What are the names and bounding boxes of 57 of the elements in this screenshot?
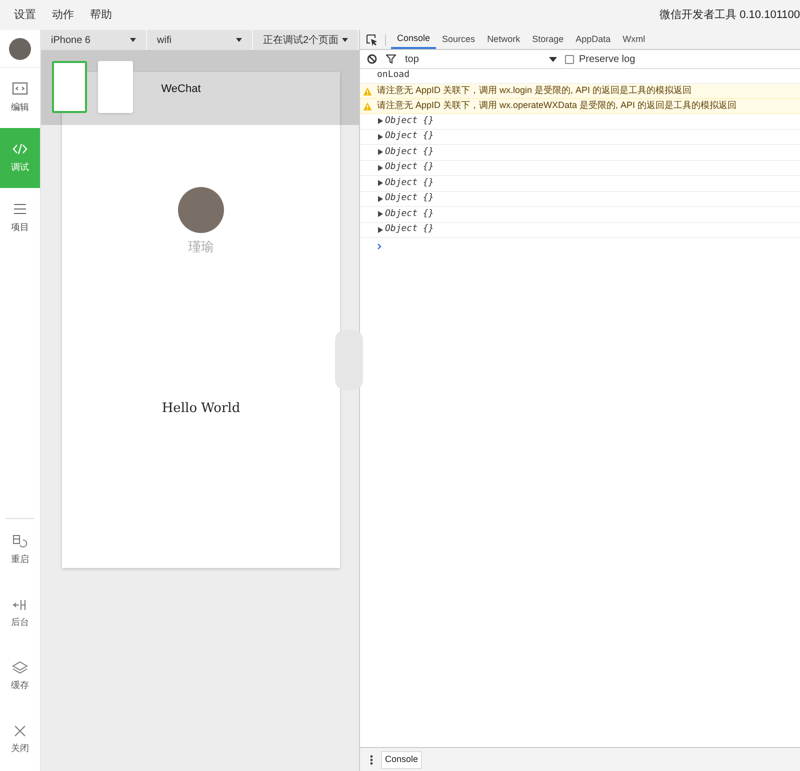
console-object[interactable]: Object {} xyxy=(385,114,434,128)
preserve-log-label: Preserve log xyxy=(579,52,636,66)
devtools-tab[interactable]: Network xyxy=(481,30,526,49)
console-object[interactable]: Object {} xyxy=(385,146,434,159)
console-object[interactable]: Object {} xyxy=(385,208,434,221)
user-avatar xyxy=(178,186,224,232)
page-thumbnail[interactable] xyxy=(98,61,133,113)
expand-arrow-icon[interactable] xyxy=(378,164,383,171)
context-select[interactable]: top xyxy=(405,52,557,66)
device-dropdown[interactable]: iPhone 6 xyxy=(41,30,147,50)
console-object[interactable]: Object {} xyxy=(385,192,434,206)
preserve-log-checkbox[interactable] xyxy=(565,54,574,64)
console-object[interactable]: Object {} xyxy=(385,130,434,144)
console-log: onLoad xyxy=(377,69,410,82)
expand-arrow-icon[interactable] xyxy=(378,196,383,202)
sidebar-item[interactable]: 关闭 xyxy=(0,708,40,771)
user-name: 瑾瑜 xyxy=(188,238,214,256)
menu-item[interactable]: 帮助 xyxy=(90,6,112,24)
layers-icon xyxy=(12,660,28,676)
sidebar-item[interactable]: 后台 xyxy=(0,582,40,645)
code-window-icon xyxy=(12,81,28,98)
device-dropdown[interactable]: wifi xyxy=(147,30,253,50)
console-object[interactable]: Object {} xyxy=(385,223,434,236)
more-icon[interactable] xyxy=(370,754,373,764)
expand-arrow-icon[interactable] xyxy=(378,118,383,124)
devtools-tab[interactable]: Wxml xyxy=(616,30,652,49)
devtools-tab[interactable]: AppData xyxy=(570,30,617,49)
console-object[interactable]: Object {} xyxy=(385,161,434,174)
inspect-icon[interactable] xyxy=(366,34,378,46)
expand-arrow-icon[interactable] xyxy=(378,226,383,233)
devtools-tab[interactable]: Storage xyxy=(526,30,570,49)
console-warning: 请注意无 AppID 关联下，调用 wx.operateWXData 是受限的, API 的返回是工具的模拟返回 xyxy=(377,99,737,112)
devtools-tab[interactable]: Sources xyxy=(436,30,482,49)
hello-text: Hello World xyxy=(162,400,240,418)
warning-icon xyxy=(363,102,372,110)
nav-title: WeChat xyxy=(161,82,201,97)
app-title: 微信开发者工具 0.10.101100 xyxy=(660,8,800,23)
expand-arrow-icon[interactable] xyxy=(378,134,383,140)
devtools-tab[interactable]: Console xyxy=(391,30,436,49)
filter-icon[interactable] xyxy=(386,54,396,64)
expand-arrow-icon[interactable] xyxy=(378,180,383,186)
resize-handle[interactable] xyxy=(335,330,363,390)
expand-arrow-icon[interactable] xyxy=(378,211,383,218)
warning-icon xyxy=(363,86,372,96)
prompt-icon xyxy=(377,242,382,250)
drawer-tab[interactable]: Console xyxy=(381,750,422,768)
menu-item[interactable]: 设置 xyxy=(14,6,36,24)
console-object[interactable]: Object {} xyxy=(385,176,434,190)
sidebar-item[interactable]: 重启 xyxy=(0,519,40,582)
page-thumbnail[interactable] xyxy=(52,61,87,113)
expand-arrow-icon[interactable] xyxy=(378,149,383,156)
clear-icon[interactable] xyxy=(367,54,377,64)
sidebar-item[interactable]: 缓存 xyxy=(0,645,40,708)
restart-icon xyxy=(12,534,28,550)
menu-item[interactable]: 动作 xyxy=(52,6,74,24)
avatar[interactable] xyxy=(9,38,31,60)
console-warning: 请注意无 AppID 关联下，调用 wx.login 是受限的, API 的返回是工具的模拟返回 xyxy=(377,84,692,98)
